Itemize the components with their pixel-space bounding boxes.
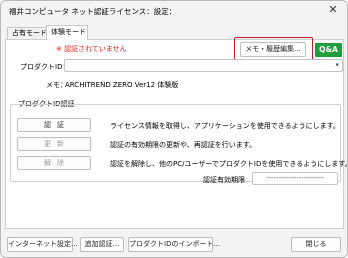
trial-mode-panel: ※ 認証されていません メモ・履歴編集... Q&A プロダクトID： ▾ メモ… [5,37,347,229]
auth-error-message: ※ 認証されていません [56,45,127,53]
memo-value: ARCHITREND ZERO Ver12 体験版 [65,81,179,89]
tab-exclusive-mode[interactable]: 占有モード [7,27,47,39]
release-description: 認証を解除し、他のPC/ユーザーでプロダクトIDを使用できるようにします。 [110,160,348,168]
close-button[interactable]: 閉じる [291,237,341,252]
release-button[interactable]: 解除 [17,156,91,170]
qa-button[interactable]: Q&A [315,43,342,57]
expiry-value: ----------------------- [252,172,338,185]
settings-window: 福井コンピュータ ネット認証ライセンス：設定： ✕ 占有モード 体験モード ※ … [0,0,348,258]
close-icon[interactable]: ✕ [326,3,340,17]
renew-button[interactable]: 更新 [17,137,91,151]
title-bar: 福井コンピュータ ネット認証ライセンス：設定： ✕ [1,1,347,21]
window-title: 福井コンピュータ ネット認証ライセンス：設定： [9,7,177,16]
memo-label: メモ： [46,81,67,89]
tab-trial-mode[interactable]: 体験モード [46,25,88,40]
authenticate-button[interactable]: 認証 [17,118,91,132]
internet-settings-button[interactable]: インターネット設定... [7,237,78,252]
authenticate-description: ライセンス情報を取得し、アプリケーションを使用できるようにします。 [110,122,340,130]
add-auth-button[interactable]: 追加認証... [80,237,124,252]
expiry-label: 認証有効期限 [203,176,245,184]
memo-history-edit-button[interactable]: メモ・履歴編集... [240,42,306,57]
product-id-select[interactable]: ▾ [64,59,343,72]
import-product-id-button[interactable]: プロダクトIDのインポート... [128,237,220,252]
chevron-down-icon[interactable]: ▾ [335,61,339,69]
product-id-label: プロダクトID： [20,63,70,71]
renew-description: 認証の有効期限の更新や、再認証を行います。 [110,141,257,149]
